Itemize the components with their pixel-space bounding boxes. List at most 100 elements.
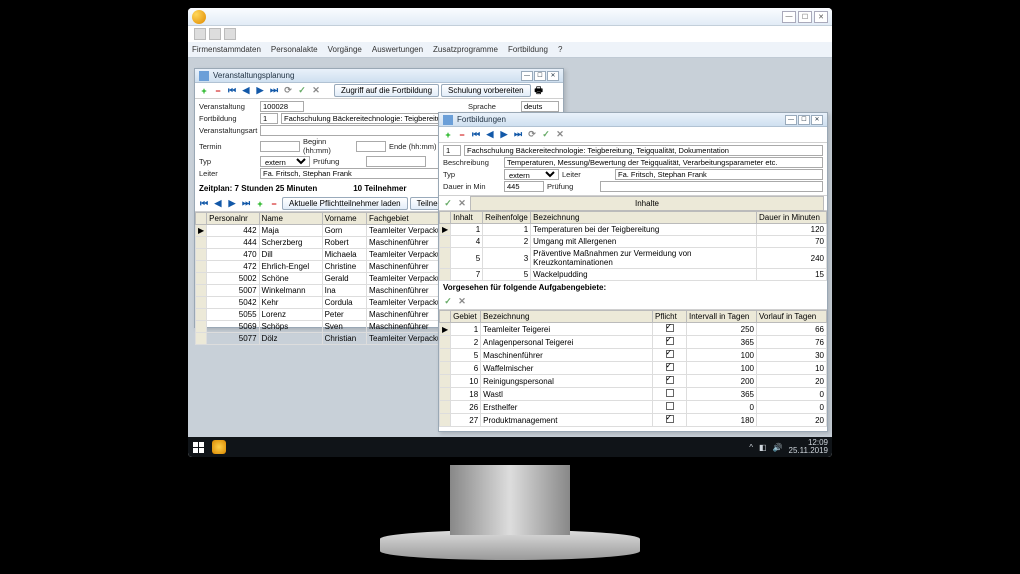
add-icon[interactable]: + bbox=[254, 198, 266, 210]
apply-icon[interactable]: ✓ bbox=[442, 296, 454, 308]
prepare-training-button[interactable]: Schulung vorbereiten bbox=[441, 84, 531, 97]
col-header[interactable]: Name bbox=[259, 213, 322, 225]
col-header[interactable]: Pflicht bbox=[653, 311, 687, 323]
close-button[interactable]: ✕ bbox=[814, 11, 828, 23]
col-header[interactable]: Vorlauf in Tagen bbox=[757, 311, 827, 323]
areas-table[interactable]: Gebiet Bezeichnung Pflicht Intervall in … bbox=[439, 310, 827, 427]
minimize-button[interactable]: — bbox=[782, 11, 796, 23]
close-button[interactable]: ✕ bbox=[547, 71, 559, 81]
maximize-button[interactable]: ☐ bbox=[534, 71, 546, 81]
exam-field[interactable] bbox=[600, 181, 823, 192]
apply-icon[interactable]: ✓ bbox=[296, 85, 308, 97]
table-row[interactable]: 18Wastl3650 bbox=[440, 388, 827, 401]
table-row[interactable]: 5Maschinenführer10030 bbox=[440, 349, 827, 362]
minimize-button[interactable]: — bbox=[785, 115, 797, 125]
table-row[interactable]: ▶11Temperaturen bei der Teigbereitung120 bbox=[440, 224, 827, 236]
tray-volume-icon[interactable]: 🔊 bbox=[773, 443, 783, 452]
col-header[interactable]: Bezeichnung bbox=[531, 212, 757, 224]
tool-icon[interactable] bbox=[194, 28, 206, 40]
prev-icon[interactable]: ◀ bbox=[240, 85, 252, 97]
cancel-icon[interactable]: ✕ bbox=[554, 129, 566, 141]
checkbox[interactable] bbox=[666, 324, 674, 332]
description-field[interactable] bbox=[504, 157, 823, 168]
menu-item[interactable]: Zusatzprogramme bbox=[433, 45, 498, 54]
col-header[interactable]: Personalnr bbox=[207, 213, 259, 225]
date-field[interactable] bbox=[260, 141, 300, 152]
training-id-field[interactable] bbox=[260, 113, 278, 124]
col-header[interactable]: Reihenfolge bbox=[483, 212, 531, 224]
start-button[interactable] bbox=[188, 437, 208, 457]
cancel-icon[interactable]: ✕ bbox=[456, 197, 468, 209]
first-icon[interactable]: ⏮ bbox=[198, 198, 210, 210]
table-row[interactable]: 53Präventive Maßnahmen zur Vermeidung vo… bbox=[440, 248, 827, 269]
col-header[interactable]: Dauer in Minuten bbox=[757, 212, 827, 224]
print-icon[interactable]: 🖶 bbox=[533, 85, 545, 97]
menu-item[interactable]: Personalakte bbox=[271, 45, 318, 54]
table-row[interactable]: 75Wackelpudding15 bbox=[440, 269, 827, 281]
table-row[interactable]: 10Reinigungspersonal20020 bbox=[440, 375, 827, 388]
table-row[interactable]: 2Anlagenpersonal Teigerei36576 bbox=[440, 336, 827, 349]
leader-field[interactable] bbox=[615, 169, 823, 180]
minimize-button[interactable]: — bbox=[521, 71, 533, 81]
next-icon[interactable]: ▶ bbox=[254, 85, 266, 97]
refresh-icon[interactable]: ⟳ bbox=[526, 129, 538, 141]
checkbox[interactable] bbox=[666, 363, 674, 371]
add-icon[interactable]: + bbox=[442, 129, 454, 141]
cancel-icon[interactable]: ✕ bbox=[456, 296, 468, 308]
tool-icon[interactable] bbox=[209, 28, 221, 40]
checkbox[interactable] bbox=[666, 402, 674, 410]
tool-icon[interactable] bbox=[224, 28, 236, 40]
menu-item[interactable]: Firmenstammdaten bbox=[192, 45, 261, 54]
contents-table[interactable]: Inhalt Reihenfolge Bezeichnung Dauer in … bbox=[439, 211, 827, 281]
menu-item[interactable]: Auswertungen bbox=[372, 45, 423, 54]
first-icon[interactable]: ⏮ bbox=[470, 129, 482, 141]
last-icon[interactable]: ⏭ bbox=[240, 198, 252, 210]
exam-field[interactable] bbox=[366, 156, 426, 167]
col-header[interactable]: Intervall in Tagen bbox=[687, 311, 757, 323]
next-icon[interactable]: ▶ bbox=[226, 198, 238, 210]
last-icon[interactable]: ⏭ bbox=[512, 129, 524, 141]
checkbox[interactable] bbox=[666, 350, 674, 358]
language-field[interactable] bbox=[521, 101, 559, 112]
first-icon[interactable]: ⏮ bbox=[226, 85, 238, 97]
load-participants-button[interactable]: Aktuelle Pflichtteilnehmer laden bbox=[282, 197, 408, 210]
col-header[interactable]: Gebiet bbox=[451, 311, 481, 323]
training-name-field[interactable] bbox=[464, 145, 823, 156]
taskbar-app-icon[interactable] bbox=[212, 440, 226, 454]
access-training-button[interactable]: Zugriff auf die Fortbildung bbox=[334, 84, 439, 97]
menu-item[interactable]: Fortbildung bbox=[508, 45, 548, 54]
col-header[interactable]: Bezeichnung bbox=[481, 311, 653, 323]
checkbox[interactable] bbox=[666, 337, 674, 345]
apply-icon[interactable]: ✓ bbox=[540, 129, 552, 141]
col-header[interactable]: Inhalt bbox=[451, 212, 483, 224]
checkbox[interactable] bbox=[666, 415, 674, 423]
refresh-icon[interactable]: ⟳ bbox=[282, 85, 294, 97]
delete-icon[interactable]: − bbox=[268, 198, 280, 210]
delete-icon[interactable]: − bbox=[212, 85, 224, 97]
checkbox[interactable] bbox=[666, 389, 674, 397]
duration-field[interactable] bbox=[504, 181, 544, 192]
type-select[interactable]: extern bbox=[260, 156, 310, 167]
last-icon[interactable]: ⏭ bbox=[268, 85, 280, 97]
table-row[interactable]: ▶1Teamleiter Teigerei25066 bbox=[440, 323, 827, 336]
training-num-field[interactable] bbox=[443, 145, 461, 156]
menu-item[interactable]: ? bbox=[558, 45, 562, 54]
prev-icon[interactable]: ◀ bbox=[484, 129, 496, 141]
apply-icon[interactable]: ✓ bbox=[442, 197, 454, 209]
event-id-field[interactable] bbox=[260, 101, 304, 112]
table-row[interactable]: 6Waffelmischer10010 bbox=[440, 362, 827, 375]
cancel-icon[interactable]: ✕ bbox=[310, 85, 322, 97]
menu-item[interactable]: Vorgänge bbox=[328, 45, 362, 54]
prev-icon[interactable]: ◀ bbox=[212, 198, 224, 210]
table-row[interactable]: 27Produktmanagement18020 bbox=[440, 414, 827, 427]
table-row[interactable]: 26Ersthelfer00 bbox=[440, 401, 827, 414]
type-select[interactable]: extern bbox=[504, 169, 559, 180]
tray-network-icon[interactable]: ◧ bbox=[759, 443, 767, 452]
delete-icon[interactable]: − bbox=[456, 129, 468, 141]
col-header[interactable]: Vorname bbox=[322, 213, 366, 225]
next-icon[interactable]: ▶ bbox=[498, 129, 510, 141]
table-row[interactable]: 42Umgang mit Allergenen70 bbox=[440, 236, 827, 248]
maximize-button[interactable]: ☐ bbox=[798, 11, 812, 23]
tray-chevron-icon[interactable]: ^ bbox=[749, 443, 753, 452]
close-button[interactable]: ✕ bbox=[811, 115, 823, 125]
